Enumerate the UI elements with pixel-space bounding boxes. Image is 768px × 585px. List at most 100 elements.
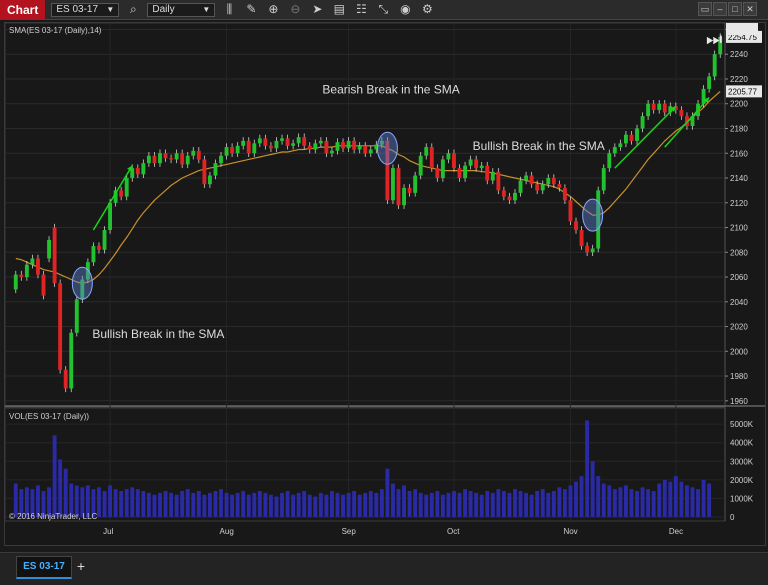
refresh-icon[interactable]: ◉ — [397, 0, 413, 19]
candle-body — [141, 163, 146, 175]
candle-body — [47, 239, 51, 259]
drawing-tools-icon[interactable]: ⤡ — [375, 0, 391, 19]
candle-body — [368, 149, 373, 154]
candle-body — [163, 153, 168, 159]
candle-body — [623, 134, 628, 144]
volume-bar — [396, 489, 401, 517]
price-tick-label: 2020 — [730, 323, 748, 332]
candle-body — [202, 159, 207, 185]
candle-body — [562, 187, 567, 201]
candle-body — [241, 140, 246, 146]
instrument-selector[interactable]: ES 03-17 ▼ — [51, 2, 120, 17]
close-icon[interactable]: ✕ — [743, 2, 757, 16]
maximize-icon[interactable]: □ — [728, 2, 742, 16]
price-tick-label: 2100 — [730, 224, 748, 233]
interval-value: Daily — [152, 4, 175, 15]
volume-bar — [402, 485, 406, 517]
candle-body — [568, 200, 573, 222]
volume-bar — [158, 492, 162, 517]
candle-body — [612, 147, 617, 154]
candle-body — [618, 143, 623, 148]
volume-tick-label: 0 — [730, 513, 735, 522]
volume-bar — [529, 494, 534, 517]
gear-icon[interactable]: ⚙ — [419, 0, 435, 19]
price-tick-label: 1960 — [730, 397, 748, 406]
candle-body — [396, 168, 401, 206]
candle-body — [518, 180, 523, 193]
bar-type-icon[interactable]: ⫼ — [221, 0, 237, 19]
data-box-icon[interactable]: ▤ — [331, 0, 347, 19]
zoom-in-icon[interactable]: ⊕ — [265, 0, 281, 19]
candle-body — [119, 190, 124, 197]
chart-canvas[interactable]: 1960 1980 2000 2020 2040 2060 2080 2100 2120 2140… — [4, 16, 765, 557]
instrument-value: ES 03-17 — [56, 4, 99, 15]
price-tick-label: 2240 — [730, 50, 748, 59]
volume-bar — [257, 491, 262, 517]
price-tick-label: 2000 — [730, 347, 748, 356]
candle-body — [268, 145, 273, 149]
volume-panel-label: VOL(ES 03-17 (Daily)) — [9, 412, 89, 421]
candle-body — [13, 274, 18, 290]
volume-bar — [574, 481, 578, 517]
candle-body — [252, 143, 257, 154]
volume-bar — [524, 492, 529, 517]
tab-es-03-17[interactable]: ES 03-17 — [16, 556, 72, 579]
volume-bar — [341, 494, 345, 517]
candle-body — [207, 175, 212, 185]
volume-bar — [346, 492, 351, 517]
minimize-icon[interactable]: – — [713, 2, 727, 16]
volume-bar — [501, 491, 506, 517]
volume-bar — [424, 494, 429, 517]
candle-body — [524, 175, 529, 181]
volume-bar — [296, 492, 301, 517]
candle-body — [213, 163, 218, 176]
candle-body — [540, 184, 545, 191]
volume-bar — [141, 491, 146, 517]
volume-bar — [635, 491, 639, 517]
volume-bar — [457, 492, 462, 517]
volume-bar — [601, 483, 606, 517]
volume-bar — [213, 491, 218, 517]
go-to-latest-icon[interactable]: ⏭ — [706, 29, 722, 50]
candle-body — [313, 143, 318, 150]
volume-bar — [280, 492, 284, 517]
candle-body — [651, 103, 656, 110]
volume-bar — [58, 459, 63, 517]
volume-bar — [690, 487, 695, 517]
candle-body — [407, 187, 412, 193]
volume-bar — [63, 468, 68, 517]
scroll-mode-icon[interactable]: ▭ — [698, 2, 712, 16]
app-menu-button[interactable]: Chart — [0, 0, 46, 19]
add-tab-button[interactable]: + — [72, 556, 90, 576]
interval-selector[interactable]: Daily ▼ — [147, 2, 216, 17]
price-tick-label: 2140 — [730, 174, 748, 183]
volume-bar — [285, 491, 290, 517]
volume-bar — [496, 489, 501, 517]
volume-bar — [335, 492, 340, 517]
properties-icon[interactable]: ☷ — [353, 0, 369, 19]
volume-bar — [135, 489, 140, 517]
volume-bar — [485, 491, 490, 517]
search-icon[interactable]: ⌕ — [125, 0, 141, 19]
candle-body — [363, 145, 368, 154]
volume-bar — [324, 494, 329, 517]
price-tick-label: 2120 — [730, 199, 748, 208]
volume-bar — [196, 491, 201, 517]
pointer-icon[interactable]: ➤ — [309, 0, 325, 19]
volume-bar — [357, 494, 362, 517]
zoom-out-icon[interactable]: ⊖ — [287, 0, 303, 19]
candle-body — [158, 153, 162, 164]
candle-body — [102, 229, 107, 250]
chart-panel[interactable]: 1960 1980 2000 2020 2040 2060 2080 2100 2120 2140… — [4, 16, 766, 557]
candle-body — [402, 187, 406, 206]
chevron-down-icon: ▼ — [106, 5, 115, 14]
volume-bar — [391, 483, 395, 517]
volume-bar — [108, 485, 113, 517]
pencil-icon[interactable]: ✎ — [243, 0, 259, 19]
candle-body — [185, 155, 190, 165]
price-tick-label: 2060 — [730, 273, 748, 282]
candle-body — [546, 178, 551, 185]
volume-bar — [235, 492, 240, 517]
candle-body — [169, 158, 174, 160]
candle-body — [174, 153, 179, 160]
